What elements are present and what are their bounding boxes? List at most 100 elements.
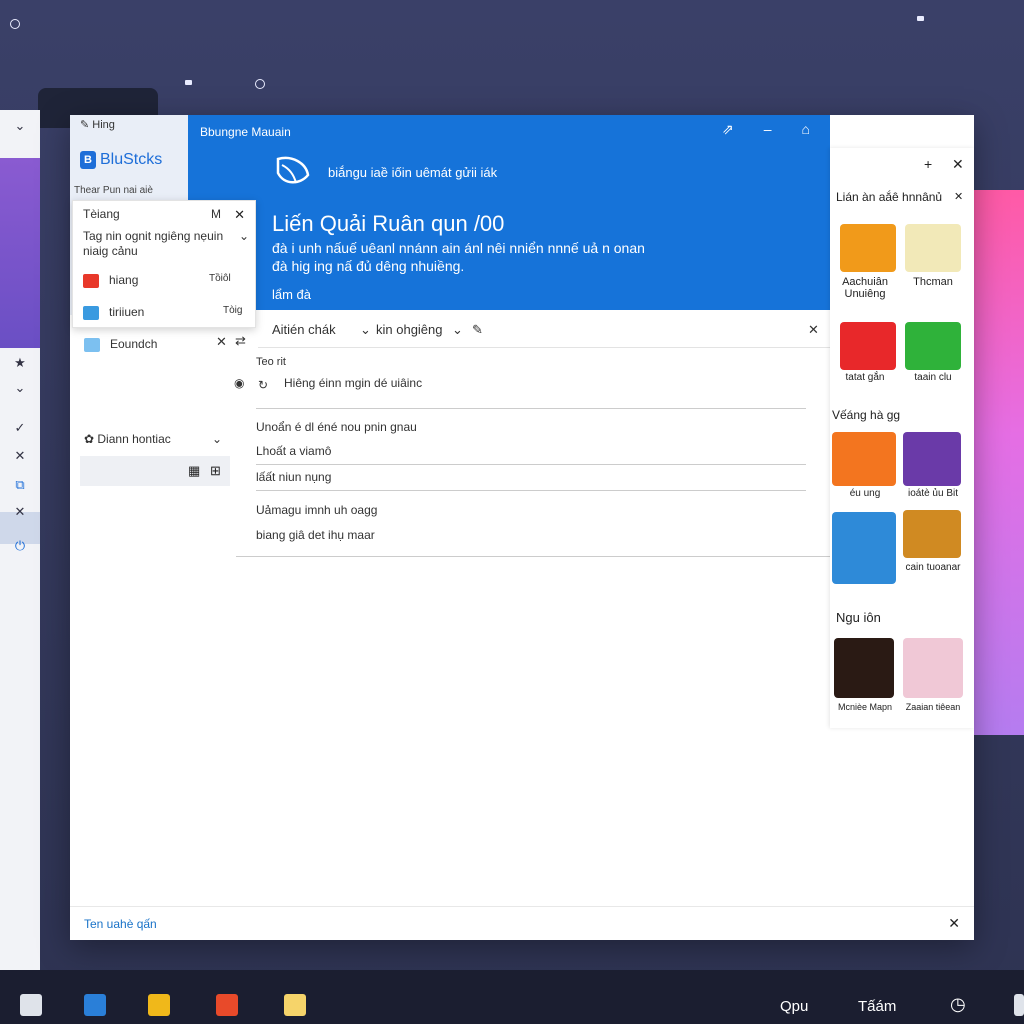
content-section-label: Teo rit [256,356,286,368]
toolbar-filter-2[interactable]: kin ohgiêng [376,322,443,337]
chevron-down-icon[interactable]: ⌄ [452,322,463,338]
content-line[interactable]: lấất niun nụng [256,470,331,484]
game-app-icon[interactable] [903,432,961,486]
nav-item-diann[interactable]: ✿ Diann hontiac [84,432,171,446]
content-line[interactable]: biang giâ det ihụ maar [256,528,375,542]
dropdown-description: Tag nin ognit ngiêng nẹuin niaig cảnu [83,229,224,258]
close-icon[interactable]: ✕ [12,448,28,464]
media-app-icon[interactable] [216,994,238,1016]
character-app-icon[interactable] [903,638,963,698]
app-dropdown: Tèiang M ✕ Tag nin ognit ngiêng nẹuin ni… [72,200,256,328]
chevron-down-icon[interactable]: ⌄ [360,322,371,338]
filter-toolbar: Aitién chák ⌄ kin ohgiêng ⌄ ✎ ✕ [258,312,830,348]
clock-icon[interactable]: ◷ [950,994,966,1015]
share-icon[interactable]: ⧉ [12,477,28,493]
chevron-down-icon[interactable]: ⌄ [12,380,28,396]
eye-icon[interactable]: ◉ [234,376,244,390]
notes-app-icon[interactable] [284,994,306,1016]
calendar-app-icon[interactable] [20,994,42,1016]
window-title: Bbungne Mauain [200,125,291,139]
green-app-icon[interactable] [905,322,961,370]
maximize-icon[interactable]: ⌂ [802,121,810,138]
grid-icon[interactable]: ⊞ [210,463,221,479]
window-top-label: ✎ Hing [80,119,115,131]
puzzle-icon: ✿ [84,432,98,446]
footer-link[interactable]: Ten uahè qấn [84,917,157,931]
chevron-down-icon[interactable]: ⌄ [212,432,222,446]
sidebar-group-label: Ngu iôn [836,610,881,625]
hero-more-link[interactable]: lẩm đà [272,287,311,302]
puzzle-app-icon[interactable] [834,638,894,698]
close-icon[interactable]: ✕ [948,915,960,932]
app-label: tatat gắn [845,372,885,383]
app-label: cain tuoanar [905,562,961,573]
desktop-dot [10,19,20,29]
desktop-dot [255,79,265,89]
app-icon [84,337,100,352]
left-side-panel: ⌄ ★ ⌄ ✓ ✕ ⧉ ✕ ⏻ [0,110,40,970]
window-footer: Ten uahè qấn ✕ [70,906,974,940]
content-line[interactable]: Lhoất a viamô [256,444,331,458]
toolbar-filter-1[interactable]: Aitién chák [272,322,336,337]
close-icon[interactable]: ✕ [216,334,227,350]
bluestacks-taskbar-icon[interactable] [84,994,106,1016]
star-icon[interactable]: ★ [12,355,28,371]
dropdown-item[interactable]: tiriiuen [83,305,144,320]
divider [256,464,806,465]
edit-icon[interactable]: ✎ [472,322,483,338]
app-label: éu ung [849,488,881,499]
app-icon [83,273,99,288]
pet-app-icon[interactable] [903,510,961,558]
app-label: Thcman [913,276,953,288]
check-icon[interactable]: ✓ [12,420,28,436]
dropdown-item-meta: Tồiôl [209,273,231,284]
chevron-down-icon[interactable]: ⌄ [239,229,249,243]
close-icon[interactable]: ✕ [952,156,964,173]
taskbar-text[interactable]: Qpu [780,998,808,1015]
folder-icon[interactable] [148,994,170,1016]
desktop-dash [185,80,192,85]
chevron-down-icon[interactable]: ⌄ [12,118,28,134]
content-line[interactable]: Hiêng éinn mgin dé uiâinc [284,376,422,390]
dropdown-key: M [211,207,221,221]
shuffle-icon[interactable]: ⇄ [235,333,246,349]
minimize-icon[interactable]: – [764,121,772,138]
content-line[interactable]: Uảmagu imnh uh oagg [256,503,377,517]
calendar-icon[interactable]: ▦ [188,463,200,479]
system-tray-icon[interactable] [1014,994,1024,1016]
brand-name: BluStcks [100,151,163,168]
bird-app-icon[interactable] [905,224,961,272]
sidebar-header: Lián àn aắê hnnânủ [836,190,943,204]
content-line[interactable]: Unoẩn é dl éné nou pnin gnau [256,420,417,434]
refresh-icon[interactable]: ↻ [258,378,268,392]
app-label: Mcnièe Mapn [837,702,893,712]
red-app-icon[interactable] [840,322,896,370]
fruit-app-icon[interactable] [832,432,896,486]
dropdown-item-meta: Tòig [223,305,243,316]
close-icon[interactable]: ✕ [808,322,819,338]
photo-app-icon[interactable] [840,224,896,272]
brand-subtitle: Thear Pun nai aiè [74,185,153,196]
dropdown-item[interactable]: hiang [83,273,138,288]
taskbar: Qpu Tấám ◷ [0,970,1024,1024]
brand-logo[interactable]: B BluStcks [80,151,162,169]
pin-icon[interactable]: ⇗ [722,121,734,138]
close-icon[interactable]: ✕ [954,190,963,203]
nav-toolbar: ▦ ⊞ [80,456,230,486]
power-icon[interactable]: ⏻ [12,538,28,554]
taskbar-text[interactable]: Tấám [858,998,896,1015]
window-controls: ⇗ – ⌂ [722,121,810,138]
add-icon[interactable]: + [924,156,932,172]
pin-icon: ✎ [80,119,93,131]
app-label: ioátè ủu Bit [907,488,959,499]
app-sidebar: + ✕ Lián àn aắê hnnânủ ✕ Aachuiân Unuiên… [830,148,974,728]
close-icon[interactable]: ✕ [12,504,28,520]
nav-item-eoundch[interactable]: Eoundch [84,337,157,352]
shark-app-icon[interactable] [832,512,896,584]
hero-heading: Liến Quải Ruân qun /00 [272,211,505,236]
desktop-dash [917,16,924,21]
app-label: taain clu [914,372,952,383]
leaf-logo-icon [276,156,310,184]
close-icon[interactable]: ✕ [234,207,245,223]
hero-subtitle: biắngu iaề iốin uêmát gửii iák [328,165,498,180]
